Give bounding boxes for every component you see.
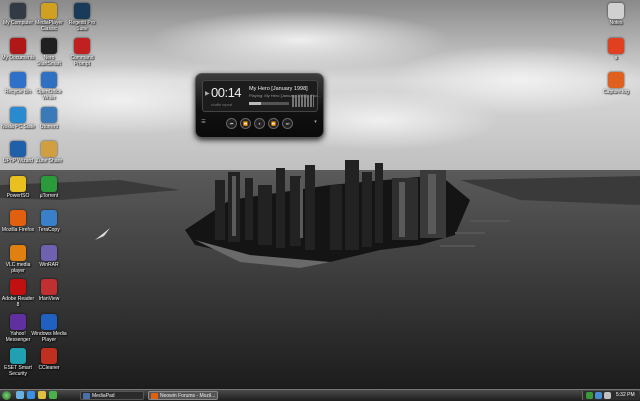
- ie-icon[interactable]: [27, 391, 35, 399]
- zune-icon: [41, 141, 57, 157]
- desktop-icon-label: Utorrent: [39, 123, 59, 130]
- desktop-icon-steam[interactable]: Regedit Pro Suite: [64, 3, 100, 32]
- steam-icon: [74, 3, 90, 19]
- recycle-bin-icon: [10, 72, 26, 88]
- close-icon[interactable]: ▾: [312, 119, 319, 126]
- desktop-icon-label: Command Prompt: [70, 54, 94, 67]
- ccleaner-icon: [41, 348, 57, 364]
- equalizer-visual: [292, 95, 314, 107]
- desktop-icon-label: IrfanView: [38, 296, 60, 302]
- adobe-reader-icon: [10, 279, 26, 295]
- computer-icon: [10, 3, 26, 19]
- mediapad-icon: [83, 393, 90, 399]
- desktop-icon-document[interactable]: a: [598, 37, 634, 61]
- document-icon: [608, 37, 624, 54]
- desktop-icon-zune[interactable]: Zune Share: [31, 141, 67, 164]
- upnp-icon: [10, 141, 26, 157]
- rewind-icon[interactable]: ⏪: [240, 118, 251, 129]
- play-indicator-icon: ▶: [205, 91, 210, 97]
- next-icon[interactable]: ⏭: [282, 118, 293, 129]
- desktop-icon-label: CCleaner: [38, 365, 60, 371]
- log-icon: [608, 72, 624, 88]
- yahoo-messenger-icon: [10, 313, 26, 330]
- cmd-icon: [74, 37, 90, 54]
- playback-mode-label: shuffle repeat: [211, 103, 233, 107]
- desktop-icon-mpc[interactable]: MediaPlayer Classic: [31, 3, 67, 32]
- poweriso-icon: [10, 175, 26, 192]
- desktop-icon-openoffice[interactable]: OpenOffice Writer: [31, 72, 67, 101]
- desktop-icon-utorrent-green[interactable]: µTorrent: [31, 175, 67, 199]
- messenger-tray-icon[interactable]: [595, 392, 602, 399]
- volume-icon[interactable]: [604, 392, 611, 399]
- taskbar-button-mediapad[interactable]: MediaPad: [80, 391, 144, 400]
- firefox-icon: [151, 393, 158, 399]
- desktop-icon-utorrent[interactable]: Utorrent: [31, 106, 67, 130]
- desktop-icon-label: TeraCopy: [38, 227, 60, 233]
- desktop-icon-cmd[interactable]: Command Prompt: [64, 37, 100, 67]
- eset-icon: [10, 348, 26, 364]
- previous-icon[interactable]: ⏮: [226, 118, 237, 129]
- desktop-icon-winrar[interactable]: WinRAR: [31, 244, 67, 268]
- system-tray: 5:32 PM: [582, 391, 639, 400]
- desktop-icon-label: Regedit Pro Suite: [68, 20, 96, 32]
- firefox-icon: [10, 210, 26, 226]
- player-display: ▶ 00:14 My Hero [January 1998] Playing: …: [202, 80, 321, 112]
- desktop-icon-label: µTorrent: [39, 192, 59, 199]
- desktop-icon-label: Notes: [609, 20, 623, 26]
- documents-icon: [10, 37, 26, 54]
- seek-bar[interactable]: [249, 102, 289, 105]
- mpc-icon: [41, 3, 57, 19]
- desktop-icon-label: WinRAR: [39, 261, 59, 268]
- nokia-icon: [10, 106, 26, 123]
- taskbar: MediaPad Neowin Forums - Mozil... 5:32 P…: [0, 389, 640, 401]
- notes-icon: [608, 3, 624, 19]
- elapsed-time: 00:14: [211, 85, 242, 100]
- teracopy-icon: [41, 210, 57, 226]
- desktop-icon-irfanview[interactable]: IrfanView: [31, 279, 67, 302]
- media-icon[interactable]: [49, 391, 57, 399]
- desktop-icon-ccleaner[interactable]: CCleaner: [31, 348, 67, 371]
- winrar-icon: [41, 244, 57, 261]
- media-player-widget[interactable]: ▶ 00:14 My Hero [January 1998] Playing: …: [195, 73, 324, 138]
- desktop-icon-log[interactable]: Capture.log: [598, 72, 634, 95]
- start-button[interactable]: [2, 391, 11, 400]
- task-label: Neowin Forums - Mozil...: [160, 393, 216, 399]
- desktop-icon-wmp[interactable]: Windows Media Player: [31, 313, 67, 343]
- vlc-icon: [10, 244, 26, 261]
- network-icon[interactable]: [586, 392, 593, 399]
- task-label: MediaPad: [92, 393, 115, 399]
- taskbar-button-firefox[interactable]: Neowin Forums - Mozil...: [148, 391, 218, 400]
- folder-icon[interactable]: [38, 391, 46, 399]
- pause-icon[interactable]: ⏸: [254, 118, 265, 129]
- desktop-icon-label: OpenOffice Writer: [36, 89, 62, 101]
- desktop-icon-label: MediaPlayer Classic: [35, 20, 63, 32]
- song-title: My Hero [January 1998]: [249, 86, 308, 92]
- player-controls: ⏮ ⏪ ⏸ ⏩ ⏭: [196, 118, 323, 130]
- desktop-icon-label: Capture.log: [603, 89, 629, 95]
- wmp-icon: [41, 313, 57, 330]
- utorrent-green-icon: [41, 175, 57, 192]
- clock[interactable]: 5:32 PM: [616, 391, 635, 400]
- desktop-icon-label: a: [614, 54, 618, 61]
- nero-icon: [41, 37, 57, 54]
- irfanview-icon: [41, 279, 57, 295]
- desktop-icon-teracopy[interactable]: TeraCopy: [31, 210, 67, 233]
- desktop-icon-label: Zune Share: [35, 158, 63, 164]
- desktop-icon-label: Nero StartSmart: [37, 54, 61, 67]
- desktop-icon-notes[interactable]: Notes: [598, 3, 634, 26]
- utorrent-icon: [41, 106, 57, 123]
- openoffice-icon: [41, 72, 57, 88]
- fast-forward-icon[interactable]: ⏩: [268, 118, 279, 129]
- desktop-icon-label: Windows Media Player: [31, 330, 67, 343]
- desktop-icon-nero[interactable]: Nero StartSmart: [31, 37, 67, 67]
- show-desktop-icon[interactable]: [16, 391, 24, 399]
- seek-bar-fill: [249, 102, 261, 105]
